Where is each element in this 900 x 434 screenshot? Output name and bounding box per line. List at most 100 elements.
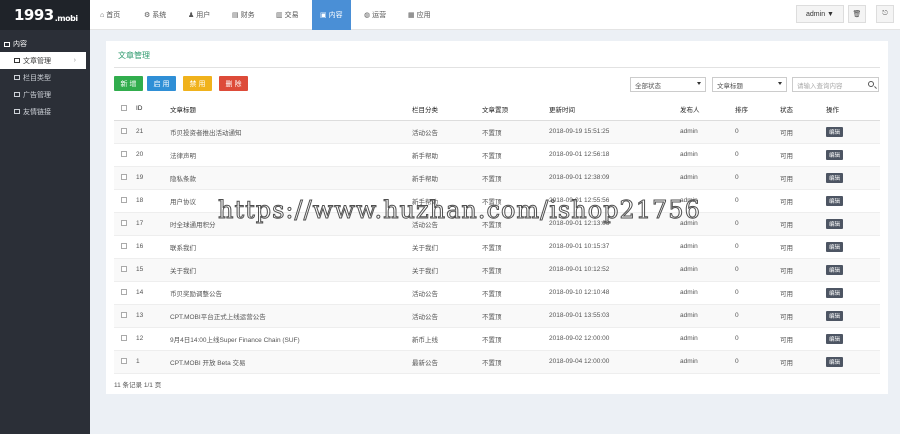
column-header[interactable]: 栏目分类 (412, 98, 482, 121)
cell-status: 可用 (780, 166, 826, 190)
cell-sort: 0 (735, 304, 780, 328)
row-checkbox[interactable] (121, 242, 127, 249)
row-checkbox[interactable] (121, 127, 127, 134)
logo[interactable]: 1993 .mobi (0, 0, 90, 30)
row-checkbox[interactable] (121, 357, 127, 364)
nav-system[interactable]: ⚙ 系统 (144, 0, 166, 30)
cell-id: 19 (136, 166, 170, 190)
disable-button[interactable]: 禁 用 (183, 76, 212, 91)
list-icon (14, 75, 20, 80)
column-header[interactable]: 更新时间 (549, 98, 680, 121)
table-row: 14 币贝奖励调整公告 活动公告 不置顶 2018-09-10 12:10:48 admi… (114, 281, 880, 305)
nav-operation[interactable]: ◍ 运营 (364, 0, 386, 30)
row-checkbox[interactable] (121, 196, 127, 203)
sidebar-section-content[interactable]: 内容 (0, 36, 90, 52)
nav-trade[interactable]: ▥ 交易 (276, 0, 299, 30)
edit-button[interactable]: 编辑 (826, 241, 844, 252)
cell-title: 9月4日14:00上线Super Finance Chain (SUF) (170, 327, 412, 351)
edit-button[interactable]: 编辑 (826, 333, 844, 344)
document-icon (14, 58, 20, 63)
cell-top: 不置顶 (482, 327, 549, 351)
row-checkbox[interactable] (121, 173, 127, 180)
cell-time: 2018-09-19 15:51:25 (549, 120, 680, 144)
cell-author: admin (680, 235, 735, 259)
select-all-checkbox[interactable] (121, 104, 127, 111)
cell-sort: 0 (735, 143, 780, 167)
column-header[interactable]: 排序 (735, 98, 780, 121)
cell-author: admin (680, 143, 735, 167)
cell-time: 2018-09-02 12:00:00 (549, 327, 680, 351)
edit-button[interactable]: 编辑 (826, 149, 844, 160)
logout-icon[interactable]: ⎋ (876, 5, 894, 23)
column-header[interactable]: ID (136, 98, 170, 121)
edit-button[interactable]: 编辑 (826, 218, 844, 229)
cell-status: 可用 (780, 120, 826, 144)
cell-author: admin (680, 166, 735, 190)
cell-time: 2018-09-01 12:56:18 (549, 143, 680, 167)
row-select-cell (114, 212, 136, 236)
admin-dropdown[interactable]: admin ▼ (796, 5, 844, 23)
sidebar-item-articles[interactable]: 文章管理 › (0, 52, 86, 69)
logo-main: 1993 (14, 6, 54, 24)
edit-button[interactable]: 编辑 (826, 310, 844, 321)
cell-title: CPT.MOBI平台正式上线运营公告 (170, 304, 412, 328)
search-input[interactable]: 请输入查询内容 (792, 77, 879, 92)
cell-time: 2018-09-01 13:55:03 (549, 304, 680, 328)
cell-time: 2018-09-04 12:00:00 (549, 350, 680, 374)
cell-top: 不置顶 (482, 120, 549, 144)
nav-home[interactable]: ⌂ 首页 (100, 0, 120, 30)
table-row: 1 CPT.MOBI 开放 Beta 交易 最新公告 不置顶 2018-09-04 12… (114, 350, 880, 374)
cell-sort: 0 (735, 166, 780, 190)
edit-button[interactable]: 编辑 (826, 195, 844, 206)
sidebar-item-categories[interactable]: 栏目类型 (0, 69, 90, 86)
cell-author: admin (680, 327, 735, 351)
nav-label: 财务 (240, 12, 255, 19)
column-header[interactable]: 文章标题 (170, 98, 412, 121)
row-checkbox[interactable] (121, 334, 127, 341)
sidebar-item-ads[interactable]: 广告管理 (0, 86, 90, 103)
sidebar-item-label: 友情链接 (23, 108, 51, 116)
cell-time: 2018-09-10 12:10:48 (549, 281, 680, 305)
nav-apps[interactable]: ▦ 应用 (408, 0, 431, 30)
edit-button[interactable]: 编辑 (826, 287, 844, 298)
field-filter-select[interactable]: 文章标题 (712, 77, 787, 92)
status-filter-select[interactable]: 全部状态 (630, 77, 706, 92)
nav-finance[interactable]: ▤ 财务 (232, 0, 255, 30)
sidebar-item-links[interactable]: 友情链接 (0, 103, 90, 120)
edit-button[interactable]: 编辑 (826, 264, 844, 275)
cell-id: 16 (136, 235, 170, 259)
chevron-right-icon: › (73, 57, 76, 64)
nav-users[interactable]: ♟ 用户 (188, 0, 210, 30)
nav-label: 交易 (284, 12, 299, 19)
column-header[interactable]: 状态 (780, 98, 826, 121)
cell-sort: 0 (735, 120, 780, 144)
enable-button[interactable]: 启 用 (147, 76, 176, 91)
status-filter-value: 全部状态 (635, 82, 661, 90)
cell-id: 21 (136, 120, 170, 144)
cell-title: CPT.MOBI 开放 Beta 交易 (170, 350, 412, 374)
row-checkbox[interactable] (121, 288, 127, 295)
cell-status: 可用 (780, 258, 826, 282)
delete-button[interactable]: 删 除 (219, 76, 248, 91)
cell-id: 1 (136, 350, 170, 374)
edit-button[interactable]: 编辑 (826, 356, 844, 367)
nav-label: 运营 (372, 12, 387, 19)
trash-icon[interactable]: 🗑 (848, 5, 866, 23)
row-checkbox[interactable] (121, 150, 127, 157)
edit-button[interactable]: 编辑 (826, 126, 844, 137)
row-checkbox[interactable] (121, 311, 127, 318)
cell-action: 编辑 (826, 350, 880, 374)
add-button[interactable]: 新 增 (114, 76, 143, 91)
search-icon[interactable] (868, 81, 874, 87)
row-checkbox[interactable] (121, 265, 127, 272)
column-header[interactable]: 文章置顶 (482, 98, 549, 121)
nav-content[interactable]: ▣ 内容 (312, 0, 351, 30)
column-header[interactable]: 发布人 (680, 98, 735, 121)
cell-category: 关于我们 (412, 258, 482, 282)
row-checkbox[interactable] (121, 219, 127, 226)
row-select-cell (114, 166, 136, 190)
user-icon: ♟ (188, 12, 195, 19)
edit-button[interactable]: 编辑 (826, 172, 844, 183)
panel-title: 文章管理 (118, 51, 150, 60)
cell-sort: 0 (735, 258, 780, 282)
